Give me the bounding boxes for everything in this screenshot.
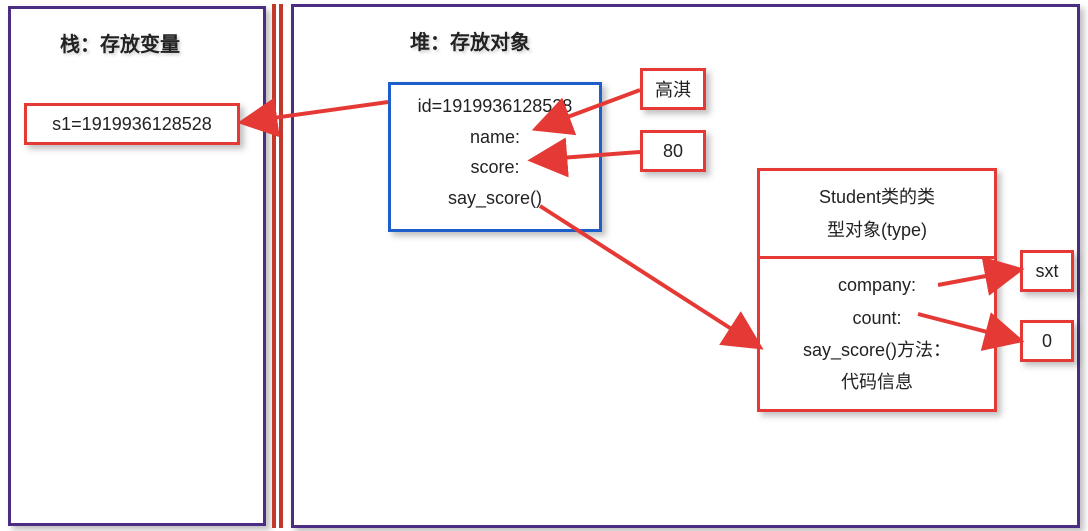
heap-title: 堆：存放对象: [410, 26, 530, 55]
instance-score-label: score:: [470, 152, 519, 183]
class-type-header-section: Student类的类 型对象(type): [760, 171, 994, 259]
name-value-text: 高淇: [655, 76, 691, 102]
stack-panel: [8, 6, 266, 526]
score-value-text: 80: [663, 141, 683, 162]
stack-title: 栈：存放变量: [60, 28, 180, 57]
name-value-box: 高淇: [640, 68, 706, 110]
class-say-score-method: say_score()方法：: [803, 334, 951, 366]
class-header-line2: 型对象(type): [827, 214, 927, 246]
company-value-text: sxt: [1035, 261, 1058, 282]
stack-variable-s1: s1=1919936128528: [24, 103, 240, 145]
count-value-box: 0: [1020, 320, 1074, 362]
class-type-body-section: company: count: say_score()方法： 代码信息: [760, 259, 994, 409]
instance-id-line: id=1919936128528: [418, 91, 573, 122]
class-type-box: Student类的类 型对象(type) company: count: say…: [757, 168, 997, 412]
class-header-line1: Student类的类: [819, 181, 935, 213]
instance-say-score-label: say_score(): [448, 183, 542, 214]
class-company-label: company:: [838, 269, 916, 301]
count-value-text: 0: [1042, 331, 1052, 352]
instance-name-label: name:: [470, 122, 520, 153]
class-count-label: count:: [852, 302, 901, 334]
score-value-box: 80: [640, 130, 706, 172]
instance-object-box: id=1919936128528 name: score: say_score(…: [388, 82, 602, 232]
stack-s1-text: s1=1919936128528: [52, 114, 212, 135]
class-code-info: 代码信息: [841, 366, 913, 398]
company-value-box: sxt: [1020, 250, 1074, 292]
stack-heap-divider: [272, 4, 284, 528]
